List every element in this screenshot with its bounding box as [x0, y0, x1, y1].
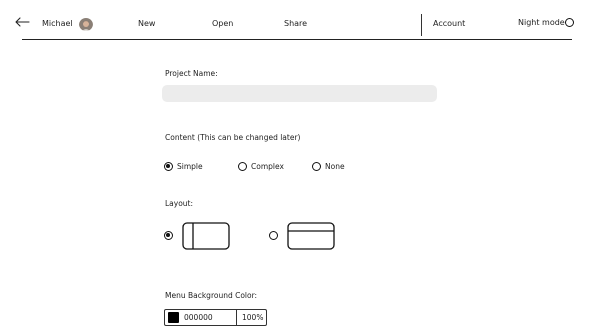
layout-topbar-icon[interactable] [287, 222, 335, 250]
nav-share[interactable]: Share [284, 19, 307, 28]
user-name: Michael [42, 19, 73, 28]
content-option-none[interactable]: None [312, 160, 345, 172]
content-option-label: Complex [251, 161, 284, 171]
layout-radio-topbar[interactable] [269, 231, 278, 240]
user-avatar[interactable] [79, 17, 93, 31]
menu-bg-color-label: Menu Background Color: [165, 291, 258, 300]
night-mode-toggle[interactable] [565, 18, 574, 27]
content-label: Content (This can be changed later) [165, 133, 301, 142]
layout-sidebar-icon[interactable] [182, 222, 230, 250]
color-swatch[interactable] [168, 312, 179, 323]
header-divider [421, 14, 422, 36]
nav-open[interactable]: Open [212, 19, 233, 28]
avatar-image [79, 18, 93, 31]
nav-account[interactable]: Account [433, 19, 465, 28]
page: Michael New Open Share Account Night mod… [0, 0, 600, 336]
content-option-label: Simple [177, 161, 203, 171]
content-option-simple[interactable]: Simple [164, 160, 203, 172]
project-name-label: Project Name: [165, 69, 218, 78]
night-mode-label: Night mode [518, 18, 565, 27]
content-option-label: None [325, 161, 345, 171]
nav-new[interactable]: New [138, 19, 155, 28]
radio-checked-icon[interactable] [164, 161, 173, 171]
project-name-input[interactable] [162, 85, 437, 102]
layout-radio-sidebar[interactable] [164, 231, 173, 240]
color-opacity-input[interactable]: 100% [237, 310, 263, 325]
layout-label: Layout: [165, 199, 194, 208]
header-underline [22, 39, 572, 40]
color-hex-input[interactable]: 000000 [184, 310, 236, 325]
menu-bg-color-field: 000000 100% [164, 309, 267, 326]
radio-unchecked-icon[interactable] [312, 161, 321, 171]
top-bar: Michael New Open Share Account Night mod… [0, 0, 600, 40]
content-option-complex[interactable]: Complex [238, 160, 284, 172]
radio-unchecked-icon[interactable] [238, 161, 247, 171]
back-arrow-icon[interactable] [14, 16, 30, 28]
